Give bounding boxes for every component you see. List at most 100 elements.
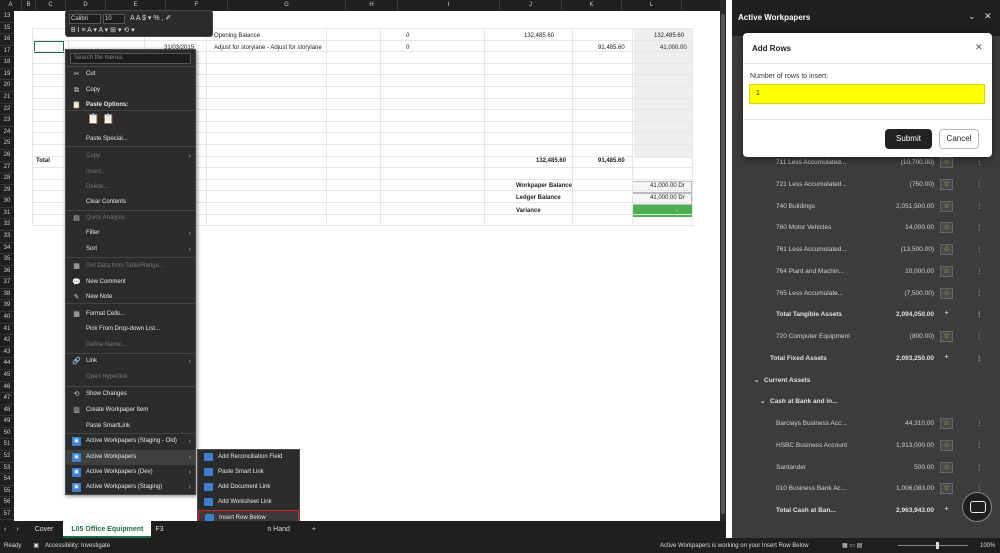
submenu-item[interactable]: Add Document Link <box>198 480 299 495</box>
row-header[interactable]: 20 <box>0 80 14 93</box>
context-menu-item[interactable]: ▥ Create Workpaper Item <box>66 403 195 418</box>
sheet-tab-cash-on-hand[interactable]: n Hand <box>261 521 296 538</box>
more-options-icon[interactable]: ⋮ <box>976 413 983 434</box>
grow-font-icon[interactable]: A A $ ▾ % , ✐ <box>130 14 171 24</box>
row-header[interactable]: 57 <box>0 509 14 521</box>
star-icon[interactable]: ☆ <box>940 439 953 451</box>
more-options-icon[interactable]: ⋮ <box>976 435 983 456</box>
row-header[interactable]: 47 <box>0 393 14 405</box>
row-header[interactable]: 13 <box>0 11 14 23</box>
zoom-level[interactable]: 100% <box>980 543 995 549</box>
context-menu-item[interactable]: Sort › <box>66 242 195 257</box>
zoom-slider[interactable] <box>898 545 968 546</box>
star-icon[interactable]: + <box>940 309 953 320</box>
submit-button[interactable]: Submit <box>885 129 932 149</box>
star-icon[interactable]: + <box>940 505 953 516</box>
submenu-item[interactable]: Add Worksheet Link <box>198 495 299 510</box>
expand-chevron-icon[interactable]: ⌄ <box>754 370 759 391</box>
macro-icon[interactable]: ▣ <box>33 542 39 549</box>
account-row[interactable]: Total Fixed Assets 2,093,250.00 + ⋮ <box>740 348 1000 370</box>
row-header[interactable]: 19 <box>0 69 14 81</box>
row-header[interactable]: 39 <box>0 300 14 313</box>
account-row[interactable]: 740 Buildings 2,051,500.00 ☆ ⋮ <box>740 196 1000 218</box>
cell-total-j[interactable]: 132,485.60 <box>536 156 566 166</box>
star-icon[interactable]: ☆ <box>940 331 953 342</box>
more-options-icon[interactable]: ⋮ <box>976 261 983 282</box>
more-options-icon[interactable]: ⋮ <box>976 326 983 347</box>
more-options-icon[interactable]: ⋮ <box>976 239 983 260</box>
row-header[interactable]: 52 <box>0 451 14 463</box>
sheet-tab-l05[interactable]: L05 Office Equipment <box>63 521 152 538</box>
account-row[interactable]: 720 Computer Equipment (800.00) ☆ ⋮ <box>740 326 1000 348</box>
dialog-close-icon[interactable]: ✕ <box>975 42 983 53</box>
column-header[interactable]: A <box>0 0 22 11</box>
row-header[interactable]: 16 <box>0 34 14 46</box>
column-header[interactable]: K <box>562 0 622 11</box>
row-header[interactable]: 38 <box>0 289 14 301</box>
row-header[interactable]: 44 <box>0 358 14 370</box>
star-icon[interactable]: ☆ <box>940 222 953 234</box>
more-options-icon[interactable]: ⋮ <box>976 283 983 304</box>
add-sheet-button[interactable]: + <box>296 521 332 538</box>
context-menu-item[interactable]: Clear Contents <box>66 195 195 210</box>
row-header[interactable]: 48 <box>0 405 14 417</box>
account-row[interactable]: Santander 500.00 ☆ ⋮ <box>740 457 1000 479</box>
account-row[interactable]: 721 Less Accumulated... (750.00) ☆ ⋮ <box>740 174 1000 196</box>
column-header[interactable]: L <box>622 0 682 11</box>
context-menu-item[interactable]: Filter › <box>66 226 195 241</box>
column-header[interactable]: C <box>36 0 66 11</box>
row-header[interactable]: 40 <box>0 312 14 324</box>
context-menu-item[interactable]: ✂ Cut <box>66 67 195 82</box>
context-menu-item[interactable]: Pick From Drop-down List... <box>66 322 195 337</box>
account-row[interactable]: Barclays Business Acc... 44,310.00 ☆ ⋮ <box>740 413 1000 435</box>
row-header[interactable]: 42 <box>0 335 14 347</box>
account-row[interactable]: 760 Motor Vehicles 14,000.00 ☆ ⋮ <box>740 217 1000 239</box>
tab-scroll-right-icon[interactable]: › <box>10 521 24 538</box>
more-options-icon[interactable]: ⋮ <box>976 196 983 217</box>
row-header[interactable]: 43 <box>0 347 14 359</box>
more-options-icon[interactable]: ⋮ <box>976 304 983 325</box>
cancel-button[interactable]: Cancel <box>939 129 979 149</box>
star-icon[interactable]: ☆ <box>940 461 953 473</box>
accessibility-status[interactable]: Accessibility: Investigate <box>45 543 110 549</box>
row-header[interactable]: 18 <box>0 57 14 69</box>
account-row[interactable]: Total Tangible Assets 2,094,050.00 + ⋮ <box>740 304 1000 326</box>
cell-total-k[interactable]: 91,485.60 <box>598 156 625 166</box>
context-menu-item[interactable]: ▦ Format Cells... <box>66 307 195 322</box>
account-row[interactable]: Total Cash at Ban...2,963,943.00+⋮ <box>740 500 1000 522</box>
tab-scroll-left-icon[interactable]: ‹ <box>0 521 10 538</box>
row-header[interactable]: 23 <box>0 115 14 127</box>
row-header[interactable]: 41 <box>0 324 14 336</box>
row-header[interactable]: 30 <box>0 196 14 208</box>
paste-option-icons[interactable]: 📋 📋 <box>87 114 115 125</box>
column-header[interactable]: I <box>398 0 500 11</box>
row-header[interactable]: 46 <box>0 382 14 394</box>
vertical-scrollbar[interactable] <box>720 0 726 521</box>
row-header[interactable]: 34 <box>0 243 14 255</box>
row-header[interactable]: 51 <box>0 439 14 451</box>
panel-collapse-icon[interactable]: ⌄ <box>968 11 976 22</box>
row-header[interactable]: 15 <box>0 23 14 35</box>
context-menu-item[interactable]: ⧉ Copy <box>66 83 195 98</box>
panel-close-icon[interactable]: ✕ <box>984 11 992 22</box>
sheet-tab-f3[interactable]: F3 <box>151 521 261 538</box>
row-header[interactable]: 24 <box>0 127 14 139</box>
account-row[interactable]: ⌄ Cash at Bank and in... <box>740 391 1000 413</box>
format-row-icons[interactable]: B I ≡ A ▾ A ▾ ⊞ ▾ ⟲ ▾ <box>71 26 135 36</box>
row-header[interactable]: 35 <box>0 254 14 266</box>
star-icon[interactable]: ☆ <box>940 483 953 495</box>
account-row[interactable]: HSBC Business Account 1,913,000.00 ☆ ⋮ <box>740 435 1000 457</box>
row-header[interactable]: 21 <box>0 92 14 104</box>
row-header[interactable]: 32 <box>0 219 14 231</box>
account-row[interactable]: 761 Less Accumulated... (13,500.00) ☆ ⋮ <box>740 239 1000 261</box>
more-options-icon[interactable]: ⋮ <box>976 457 983 478</box>
context-menu-item[interactable]: Paste SmartLink <box>66 419 195 434</box>
more-options-icon[interactable]: ⋮ <box>976 348 983 369</box>
row-header[interactable]: 37 <box>0 277 14 289</box>
context-menu-item[interactable]: 🔗 Link › <box>66 354 195 369</box>
star-icon[interactable]: ☆ <box>940 157 953 168</box>
submenu-item[interactable]: Add Reconciliation Field <box>198 450 299 465</box>
row-header[interactable]: 50 <box>0 428 14 440</box>
context-menu-item[interactable]: ▣ Active Workpapers (Staging - Old) › <box>66 434 195 449</box>
star-icon[interactable]: + <box>940 353 953 364</box>
